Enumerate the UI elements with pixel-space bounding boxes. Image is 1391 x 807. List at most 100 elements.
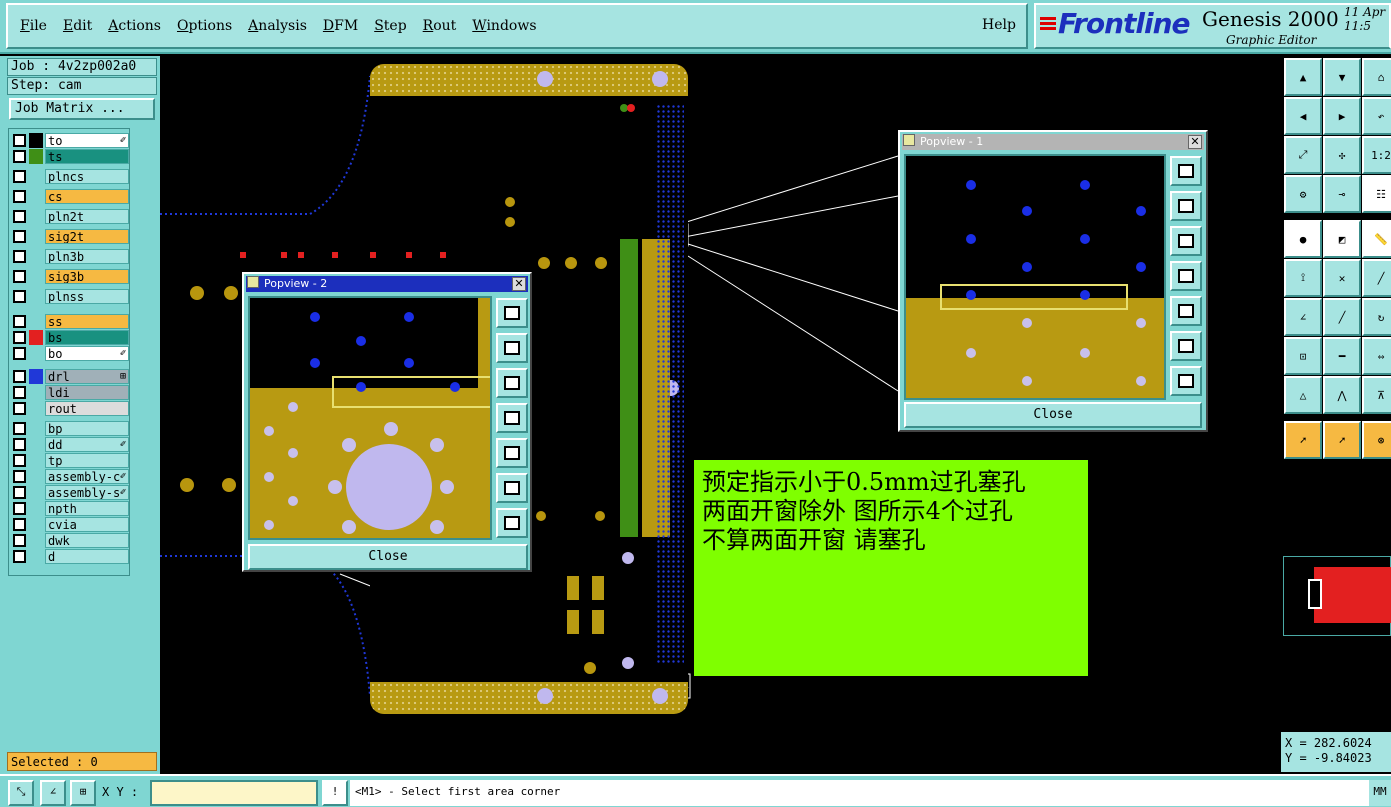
arrow-up-icon[interactable]: ⊼ <box>1362 376 1391 414</box>
layer-color-swatch[interactable] <box>29 437 43 452</box>
layer-checkbox[interactable] <box>13 470 26 483</box>
layer-name[interactable]: bo ✐ <box>45 346 129 361</box>
layer-row-sig3b[interactable]: sig3b <box>11 269 129 284</box>
horizontal-icon[interactable]: ━ <box>1323 337 1361 375</box>
align-icon[interactable]: ⇔ <box>1362 337 1391 375</box>
pan-left-icon[interactable]: ◀ <box>1284 97 1322 135</box>
layer-checkbox[interactable] <box>13 402 26 415</box>
layer-color-swatch[interactable] <box>29 453 43 468</box>
pan-up-icon[interactable] <box>1170 191 1202 221</box>
layer-checkbox[interactable] <box>13 150 26 163</box>
menu-actions[interactable]: Actions <box>108 18 161 34</box>
menu-options[interactable]: Options <box>177 18 232 34</box>
layer-name[interactable]: ts <box>45 149 129 164</box>
layer-name[interactable]: tp <box>45 453 129 468</box>
layer-color-swatch[interactable] <box>29 133 43 148</box>
layer-checkbox[interactable] <box>13 290 26 303</box>
pan-right-icon[interactable] <box>1170 296 1202 326</box>
help-menu[interactable]: Help <box>982 17 1016 33</box>
layer-color-swatch[interactable] <box>29 169 43 184</box>
layer-checkbox[interactable] <box>13 331 26 344</box>
menu-file[interactable]: File <box>20 18 47 34</box>
layer-checkbox[interactable] <box>13 170 26 183</box>
layer-row-ts[interactable]: ts <box>11 149 129 164</box>
layer-checkbox[interactable] <box>13 134 26 147</box>
select-pointer-icon[interactable]: ➚ <box>1284 421 1322 459</box>
layer-color-swatch[interactable] <box>29 401 43 416</box>
layer-checkbox[interactable] <box>13 386 26 399</box>
select-target-icon[interactable]: ⊛ <box>1362 421 1391 459</box>
layer-name[interactable]: pln3b <box>45 249 129 264</box>
pan-left-icon[interactable] <box>496 403 528 433</box>
zoom-in-icon[interactable] <box>1170 156 1202 186</box>
layer-name[interactable]: rout <box>45 401 129 416</box>
move-point-icon[interactable]: ⊡ <box>1284 337 1322 375</box>
layer-name[interactable]: to ✐ <box>45 133 129 148</box>
layer-color-swatch[interactable] <box>29 485 43 500</box>
layer-color-swatch[interactable] <box>29 269 43 284</box>
pan-left-icon[interactable] <box>1170 261 1202 291</box>
zoom-home-icon[interactable] <box>496 508 528 538</box>
netlist-icon[interactable]: ☷ <box>1362 175 1391 213</box>
layer-checkbox[interactable] <box>13 370 26 383</box>
layer-checkbox[interactable] <box>13 230 26 243</box>
layer-row-dd[interactable]: dd ✐ <box>11 437 129 452</box>
layer-name[interactable]: sig3b <box>45 269 129 284</box>
pan-up-icon[interactable]: ▲ <box>1284 58 1322 96</box>
units-button[interactable]: MM <box>1369 780 1391 806</box>
layer-name[interactable]: assembly-s ✐ <box>45 485 129 500</box>
layer-color-swatch[interactable] <box>29 209 43 224</box>
ruler-icon[interactable]: 📏 <box>1362 220 1391 258</box>
zoom-in-icon[interactable] <box>496 298 528 328</box>
layer-name[interactable]: dwk <box>45 533 129 548</box>
close-icon[interactable]: ✕ <box>1188 135 1202 149</box>
window-menu-icon[interactable] <box>903 134 915 146</box>
layer-checkbox[interactable] <box>13 210 26 223</box>
layer-color-swatch[interactable] <box>29 533 43 548</box>
pan-right-icon[interactable]: ▶ <box>1323 97 1361 135</box>
layer-checkbox[interactable] <box>13 518 26 531</box>
layer-checkbox[interactable] <box>13 438 26 451</box>
layer-checkbox[interactable] <box>13 422 26 435</box>
undo-icon[interactable]: ↶ <box>1362 97 1391 135</box>
layer-color-swatch[interactable] <box>29 289 43 304</box>
layer-color-swatch[interactable] <box>29 369 43 384</box>
layer-row-bp[interactable]: bp <box>11 421 129 436</box>
layer-row-pln2t[interactable]: pln2t <box>11 209 129 224</box>
layer-row-sig2t[interactable]: sig2t <box>11 229 129 244</box>
layer-color-swatch[interactable] <box>29 549 43 564</box>
layer-row-to[interactable]: to ✐ <box>11 133 129 148</box>
layer-color-swatch[interactable] <box>29 517 43 532</box>
layer-row-bs[interactable]: bs <box>11 330 129 345</box>
layer-name[interactable]: ldi <box>45 385 129 400</box>
zoom-window-icon[interactable]: ⤡ <box>8 780 34 806</box>
measure-icon[interactable]: ⚙ <box>1284 175 1322 213</box>
triangle-icon[interactable]: △ <box>1284 376 1322 414</box>
zoom-ratio-button[interactable]: 1:2 <box>1362 136 1391 174</box>
menu-step[interactable]: Step <box>374 18 406 34</box>
layer-color-swatch[interactable] <box>29 330 43 345</box>
layer-row-assembly-c[interactable]: assembly-c ✐ <box>11 469 129 484</box>
layer-row-bo[interactable]: bo ✐ <box>11 346 129 361</box>
layer-name[interactable]: plnss <box>45 289 129 304</box>
layer-name[interactable]: pln2t <box>45 209 129 224</box>
layer-checkbox[interactable] <box>13 190 26 203</box>
line-icon[interactable]: ╱ <box>1362 259 1391 297</box>
layer-color-swatch[interactable] <box>29 314 43 329</box>
layer-color-swatch[interactable] <box>29 149 43 164</box>
menu-edit[interactable]: Edit <box>63 18 92 34</box>
graph-icon[interactable]: ◩ <box>1323 220 1361 258</box>
grid-icon[interactable]: ⊞ <box>70 780 96 806</box>
layer-name[interactable]: drl ⊞ <box>45 369 129 384</box>
menu-rout[interactable]: Rout <box>423 18 457 34</box>
menu-analysis[interactable]: Analysis <box>248 18 307 34</box>
popview-2-title[interactable]: Popview - 2 <box>246 276 528 292</box>
layer-name[interactable]: d <box>45 549 129 564</box>
layer-row-pln3b[interactable]: pln3b <box>11 249 129 264</box>
connect-icon[interactable]: ⟟ <box>1284 259 1322 297</box>
layer-name[interactable]: bs <box>45 330 129 345</box>
layer-color-swatch[interactable] <box>29 249 43 264</box>
menu-dfm[interactable]: DFM <box>323 18 358 34</box>
layer-row-ldi[interactable]: ldi <box>11 385 129 400</box>
layer-row-rout[interactable]: rout <box>11 401 129 416</box>
